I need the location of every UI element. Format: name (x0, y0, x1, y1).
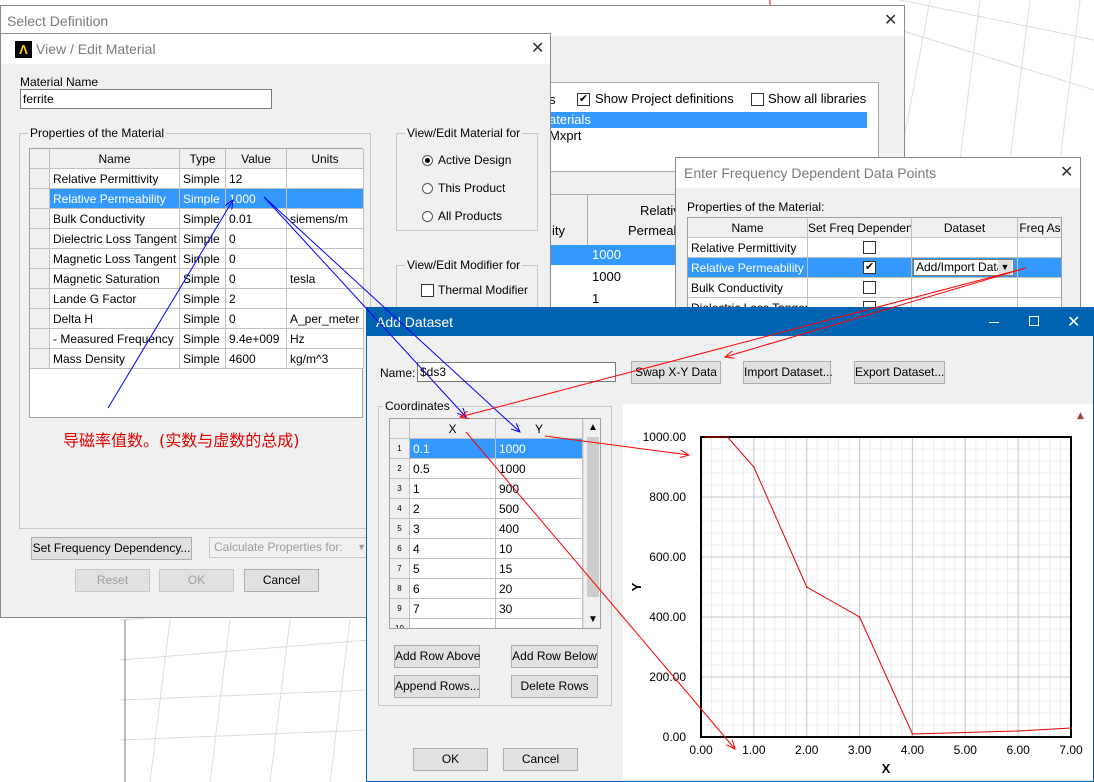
blue-arrow-to-y-column (263, 196, 520, 432)
blue-arrow-to-x-column (263, 196, 466, 417)
red-arrow-to-dataset (460, 267, 1027, 417)
red-arrow-to-curve-start (544, 435, 689, 455)
red-arrow-to-x-axis (465, 431, 735, 749)
annotation-arrows (107, 196, 1027, 782)
red-arrow-to-swap (725, 267, 1027, 357)
blue-arrow-to-value (107, 200, 233, 409)
